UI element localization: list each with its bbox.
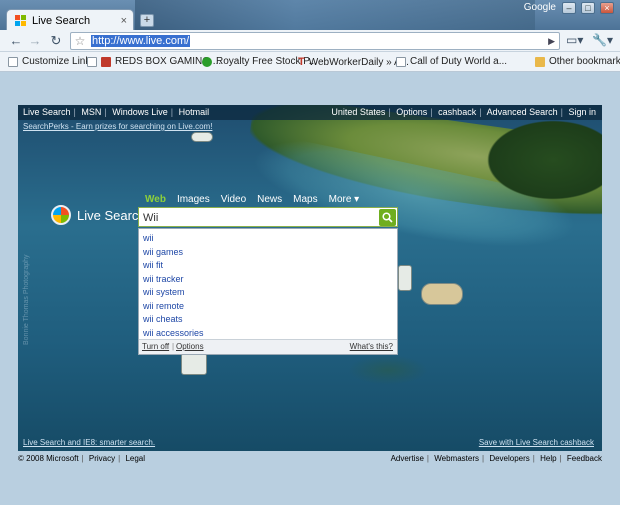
footer-webmasters[interactable]: Webmasters	[434, 454, 479, 463]
bookmark-label: Call of Duty World a...	[410, 56, 508, 67]
suggestion-item[interactable]: wii cheats	[143, 314, 183, 324]
searchperks-link[interactable]: SearchPerks - Earn prizes for searching …	[23, 122, 212, 131]
photo-credit: Bonnie Thomas Photography	[23, 254, 30, 345]
suggestion-item[interactable]: wii system	[143, 287, 185, 297]
tab-images[interactable]: Images	[177, 194, 210, 205]
bookmark-label: Customize Links	[22, 56, 96, 67]
bookmark-label: WebWorkerDaily » A...	[308, 56, 409, 68]
nav-sign-in[interactable]: Sign in	[568, 107, 596, 117]
background-boat	[191, 132, 213, 142]
windows-flag-icon	[15, 14, 26, 26]
tab-more[interactable]: More ▾	[329, 194, 360, 205]
minimize-button[interactable]: –	[562, 2, 576, 14]
live-search-page: Live Search | MSN | Windows Live | Hotmail …	[18, 105, 602, 451]
suggestion-item[interactable]: wii	[143, 233, 154, 243]
tab-title: Live Search	[32, 14, 91, 27]
bookmarks-bar: Customize Links REDS BOX GAMING ... Roya…	[0, 52, 620, 72]
background-wreck	[348, 355, 428, 385]
footer-separator: |	[172, 342, 175, 351]
page-icon	[87, 56, 97, 67]
page-icon	[396, 56, 406, 67]
nav-options[interactable]: Options	[396, 107, 427, 117]
cashback-promo-link[interactable]: Save with Live Search cashback	[479, 438, 594, 447]
go-icon[interactable]: ▶	[548, 36, 555, 47]
footer-advertise[interactable]: Advertise	[391, 454, 424, 463]
tab-news[interactable]: News	[257, 194, 282, 205]
nav-live-search[interactable]: Live Search	[23, 107, 71, 117]
search-button[interactable]	[379, 209, 396, 226]
suggestions-dropdown: wii wii games wii fit wii tracker wii sy…	[138, 228, 398, 355]
background-dock	[181, 353, 207, 375]
tab-maps[interactable]: Maps	[293, 194, 317, 205]
close-window-button[interactable]: ×	[600, 2, 614, 14]
suggestion-item[interactable]: wii games	[143, 247, 183, 257]
footer-developers[interactable]: Developers	[489, 454, 529, 463]
footer-feedback[interactable]: Feedback	[567, 454, 602, 463]
back-icon[interactable]: ←	[8, 33, 24, 49]
bookmark-customize-links[interactable]: Customize Links	[8, 56, 95, 67]
nav-hotmail[interactable]: Hotmail	[179, 107, 210, 117]
suggestion-item[interactable]: wii tracker	[143, 274, 184, 284]
wrench-menu-icon[interactable]: 🔧▾	[592, 33, 613, 47]
nav-msn[interactable]: MSN	[81, 107, 101, 117]
background-dock	[398, 265, 412, 291]
background-trees	[478, 115, 602, 205]
footer-help[interactable]: Help	[540, 454, 556, 463]
browser-toolbar: ← → ↻ ☆ http://www.live.com/ ▶ ▭▾ 🔧▾	[0, 30, 620, 52]
reds-icon	[101, 56, 111, 67]
t-icon: T	[298, 56, 305, 68]
suggestions-footer: Turn off | Options What's this?	[139, 339, 397, 354]
address-url[interactable]: http://www.live.com/	[91, 35, 191, 47]
suggestion-item[interactable]: wii accessories	[143, 328, 204, 338]
logo-text: Live Search	[77, 207, 146, 223]
page-icon	[8, 56, 18, 67]
other-bookmarks-label: Other bookmarks	[549, 56, 620, 67]
titlebar-background	[135, 0, 535, 30]
footer-privacy[interactable]: Privacy	[89, 454, 115, 463]
tab-video[interactable]: Video	[221, 194, 246, 205]
suggestion-item[interactable]: wii fit	[143, 260, 163, 270]
search-icon	[382, 212, 393, 223]
maximize-button[interactable]: □	[581, 2, 595, 14]
browser-tab-live-search[interactable]: Live Search ×	[6, 9, 134, 31]
reload-icon[interactable]: ↻	[48, 33, 64, 49]
footer-legal[interactable]: Legal	[125, 454, 145, 463]
top-navigation: Live Search | MSN | Windows Live | Hotmail …	[18, 105, 602, 120]
nav-cashback[interactable]: cashback	[438, 107, 476, 117]
windows-logo-icon	[51, 205, 71, 225]
page-menu-icon[interactable]: ▭▾	[566, 33, 583, 47]
live-search-logo: Live Search	[51, 205, 146, 225]
search-box	[138, 207, 398, 227]
search-input[interactable]	[143, 210, 371, 225]
other-bookmarks[interactable]: Other bookmarks	[535, 56, 620, 67]
nav-united-states[interactable]: United States	[331, 107, 385, 117]
turn-off-link[interactable]: Turn off	[142, 342, 169, 351]
tab-close-icon[interactable]: ×	[121, 15, 127, 27]
bookmark-webworkerdaily[interactable]: T WebWorkerDaily » A...	[298, 56, 409, 68]
new-tab-button[interactable]: +	[140, 14, 154, 27]
stock-icon	[202, 56, 212, 67]
background-memorial	[421, 283, 463, 305]
suggestion-item[interactable]: wii remote	[143, 301, 184, 311]
forward-icon[interactable]: →	[27, 33, 43, 49]
window-titlebar: Live Search × + Google – □ ×	[0, 0, 620, 31]
star-icon[interactable]: ☆	[72, 33, 88, 49]
bookmark-call-of-duty[interactable]: Call of Duty World a...	[396, 56, 507, 67]
ie8-promo-link[interactable]: Live Search and IE8: smarter search.	[23, 438, 155, 447]
address-bar[interactable]: ☆ http://www.live.com/ ▶	[70, 32, 560, 50]
tab-web[interactable]: Web	[145, 194, 166, 205]
search-tabs: Web Images Video News Maps More ▾	[145, 194, 370, 205]
nav-windows-live[interactable]: Windows Live	[112, 107, 168, 117]
copyright: © 2008 Microsoft	[18, 454, 79, 463]
nav-advanced-search[interactable]: Advanced Search	[487, 107, 558, 117]
options-link[interactable]: Options	[176, 342, 204, 351]
whats-this-link[interactable]: What's this?	[350, 342, 393, 351]
page-footer: © 2008 Microsoft | Privacy | Legal Adverti…	[18, 454, 602, 463]
browser-brand: Google	[523, 2, 556, 13]
folder-icon	[535, 56, 545, 67]
